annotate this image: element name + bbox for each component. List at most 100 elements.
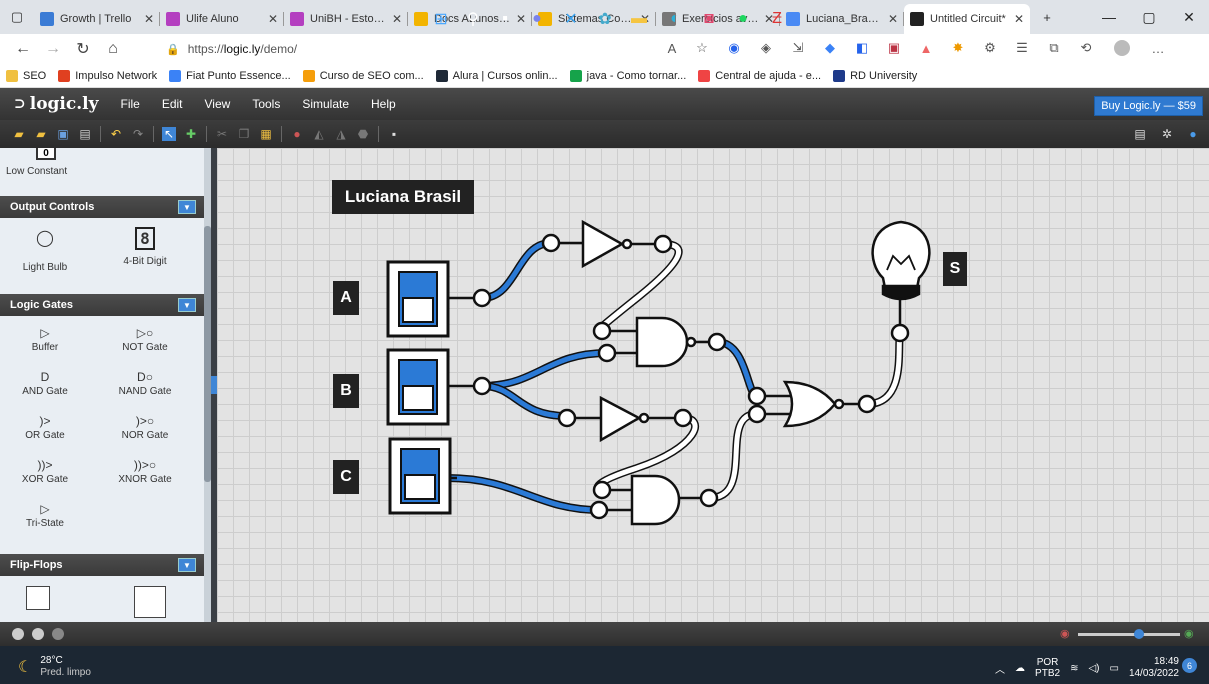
zoom-in-icon[interactable]: ◉ — [1184, 627, 1194, 640]
menu-view[interactable]: View — [205, 97, 231, 111]
or-gate[interactable] — [747, 380, 877, 428]
bookmark-item[interactable]: java - Como tornar... — [569, 69, 686, 82]
bookmark-item[interactable]: Fiat Punto Essence... — [169, 69, 291, 82]
switch-a[interactable] — [386, 260, 450, 338]
sr-flipflop-icon[interactable] — [26, 586, 50, 610]
start-icon[interactable]: ⊞ — [430, 8, 452, 30]
rotate-left-icon[interactable]: ◭ — [312, 127, 326, 141]
tab-2[interactable]: Ulife Aluno ✕ — [160, 4, 284, 34]
component-or-gate[interactable]: )> OR Gate — [0, 412, 90, 441]
menu-edit[interactable]: Edit — [162, 97, 183, 111]
wire-or-bulb[interactable] — [863, 329, 904, 408]
collapse-icon[interactable]: ▼ — [178, 558, 196, 572]
switch-a-output[interactable] — [472, 288, 492, 308]
search-icon[interactable]: ⚲ — [462, 8, 484, 30]
history-icon[interactable]: ⟲ — [1078, 40, 1094, 56]
group-icon[interactable]: ⬣ — [356, 127, 370, 141]
settings-icon[interactable]: ✲ — [1160, 127, 1174, 141]
tab-7[interactable]: Luciana_Brasil_Ba ✕ — [780, 4, 904, 34]
wire-and1-or[interactable] — [713, 338, 761, 400]
tab-8[interactable]: Untitled Circuit* ✕ — [904, 4, 1030, 34]
section-logic-gates[interactable]: Logic Gates ▼ — [0, 294, 204, 316]
home-icon[interactable]: ⌂ — [98, 40, 128, 58]
tab-close-icon[interactable]: ✕ — [392, 12, 402, 26]
extension-icon[interactable]: ◧ — [854, 40, 870, 56]
avatar[interactable] — [1114, 40, 1130, 56]
battery-icon[interactable]: ▭ — [1109, 663, 1118, 674]
edge-icon[interactable]: ◐ — [664, 8, 686, 30]
paste-icon[interactable]: ▦ — [259, 127, 273, 141]
close-window-icon[interactable]: ✕ — [1169, 0, 1209, 34]
wire-and2-or[interactable] — [705, 410, 761, 502]
switch-b[interactable] — [386, 348, 450, 426]
component-xnor-gate[interactable]: ))>○ XNOR Gate — [100, 456, 190, 485]
pause-icon[interactable] — [32, 628, 44, 640]
settings-app-icon[interactable]: ✿ — [594, 8, 616, 30]
cloud-icon[interactable]: ☁ — [1015, 663, 1025, 674]
component-nor-gate[interactable]: )>○ NOR Gate — [100, 412, 190, 441]
bookmark-item[interactable]: SEO — [6, 69, 46, 82]
tab-actions-icon[interactable]: ▢ — [0, 0, 34, 34]
delete-icon[interactable]: ● — [290, 127, 304, 141]
forward-icon[interactable]: → — [38, 40, 68, 58]
clock-date[interactable]: 14/03/2022 — [1129, 668, 1179, 680]
refresh-icon[interactable]: ↻ — [68, 39, 98, 59]
low-constant-icon[interactable]: 0 — [36, 148, 56, 160]
teams-icon[interactable]: ● — [526, 8, 548, 30]
redo-icon[interactable]: ↷ — [131, 127, 145, 141]
component-xor-gate[interactable]: ))> XOR Gate — [0, 456, 90, 485]
extension-icon[interactable]: ⇲ — [790, 40, 806, 56]
new-tab-button[interactable]: + — [1030, 0, 1064, 34]
tab-close-icon[interactable]: ✕ — [1014, 12, 1024, 26]
buy-button[interactable]: Buy Logic.ly — $59 — [1094, 96, 1203, 116]
extension-icon[interactable]: ▣ — [886, 40, 902, 56]
extension-icon[interactable]: ▲ — [918, 40, 934, 56]
zoom-out-icon[interactable]: ◉ — [1060, 627, 1070, 640]
volume-icon[interactable]: ◁) — [1088, 663, 1099, 674]
undo-icon[interactable]: ↶ — [109, 127, 123, 141]
cut-icon[interactable]: ✂ — [215, 127, 229, 141]
notification-badge[interactable]: 6 — [1182, 658, 1197, 673]
extension-icon[interactable]: ◉ — [726, 40, 742, 56]
more-icon[interactable]: … — [1150, 40, 1166, 56]
not-gate[interactable] — [557, 395, 693, 443]
tab-close-icon[interactable]: ✕ — [516, 12, 526, 26]
circuit-canvas[interactable]: Luciana Brasil A B C S — [217, 148, 1209, 622]
wire-b-and1[interactable] — [478, 349, 611, 390]
component-buffer[interactable]: ▷ Buffer — [0, 324, 90, 353]
menu-file[interactable]: File — [120, 97, 139, 111]
tab-close-icon[interactable]: ✕ — [888, 12, 898, 26]
sidebar-scrollbar-thumb[interactable] — [204, 226, 211, 482]
save-icon[interactable]: ▣ — [56, 127, 70, 141]
extensions-icon[interactable]: ⚙ — [982, 40, 998, 56]
spotify-icon[interactable]: ● — [732, 8, 754, 30]
tab-close-icon[interactable]: ✕ — [144, 12, 154, 26]
zoom-slider[interactable] — [1078, 633, 1180, 636]
bookmark-item[interactable]: Curso de SEO com... — [302, 69, 424, 82]
read-aloud-icon[interactable]: A — [664, 40, 680, 56]
play-icon[interactable] — [12, 628, 24, 640]
bookmark-item[interactable]: Alura | Cursos onlin... — [435, 69, 558, 82]
extension-icon[interactable]: ◆ — [822, 40, 838, 56]
collapse-icon[interactable]: ▼ — [178, 200, 196, 214]
bookmark-item[interactable]: Central de ajuda - e... — [698, 69, 821, 82]
help-icon[interactable]: ● — [1186, 127, 1200, 141]
task-view-icon[interactable]: ▪ — [494, 8, 516, 30]
section-flip-flops[interactable]: Flip-Flops ▼ — [0, 554, 204, 576]
keyboard-layout[interactable]: PTB2 — [1035, 668, 1060, 679]
section-output-controls[interactable]: Output Controls ▼ — [0, 196, 204, 218]
tab-3[interactable]: UniBH - Estoril - 4 ✕ — [284, 4, 408, 34]
pan-tool-icon[interactable]: ✚ — [184, 127, 198, 141]
component-4bit-digit[interactable]: 8 4-Bit Digit — [100, 226, 190, 267]
switch-c[interactable] — [388, 437, 452, 515]
light-bulb[interactable] — [871, 220, 931, 343]
rotate-right-icon[interactable]: ◮ — [334, 127, 348, 141]
menu-help[interactable]: Help — [371, 97, 396, 111]
and-gate-1[interactable] — [592, 316, 727, 368]
wire-a-buffer[interactable] — [478, 239, 555, 302]
d-flipflop-icon[interactable] — [134, 586, 166, 618]
restore-icon[interactable]: ▢ — [1129, 0, 1169, 34]
filezilla-icon[interactable]: Ƶ — [766, 8, 788, 30]
wire-b-not[interactable] — [478, 382, 571, 420]
favorites-list-icon[interactable]: ☰ — [1014, 40, 1030, 56]
